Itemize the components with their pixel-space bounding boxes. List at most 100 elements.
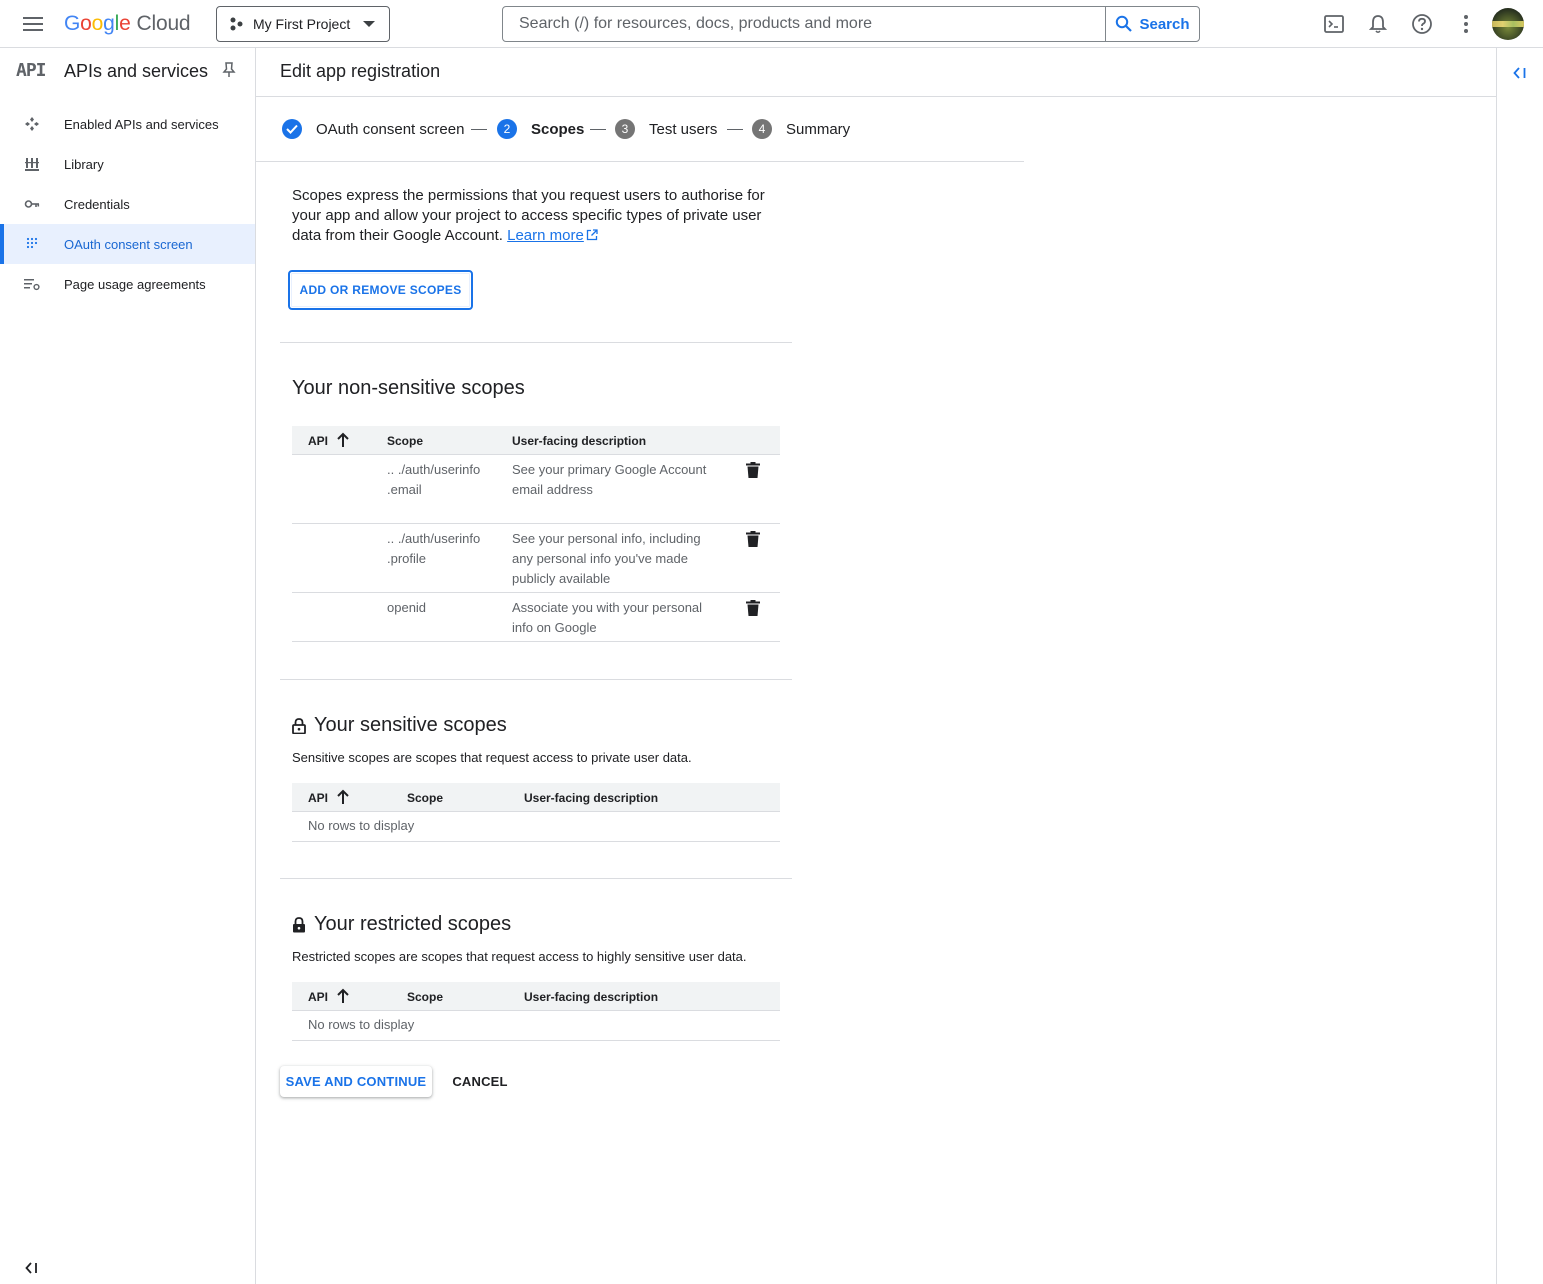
logo-letter: o [80, 12, 92, 35]
section-title-text: Your sensitive scopes [314, 714, 507, 736]
section-title-text: Your non-sensitive scopes [292, 377, 525, 399]
delete-icon[interactable] [746, 600, 760, 616]
empty-table-message: No rows to display [292, 812, 780, 842]
sensitive-scopes-title: Your sensitive scopes [292, 714, 507, 737]
table-row: .. ./auth/userinfo .profile See your per… [292, 524, 780, 593]
column-header-description[interactable]: User-facing description [524, 791, 658, 805]
top-bar: Go o g l e Cloud My First Project Search [0, 0, 1543, 48]
restricted-scopes-description: Restricted scopes are scopes that reques… [292, 949, 747, 964]
sidebar-item-label: Page usage agreements [64, 276, 206, 292]
scopes-intro: Scopes express the permissions that you … [292, 186, 782, 246]
sidebar-item-enabled-apis[interactable]: Enabled APIs and services [0, 104, 255, 144]
lock-open-icon [292, 717, 306, 734]
save-and-continue-button[interactable]: SAVE AND CONTINUE [280, 1066, 432, 1097]
column-header-scope[interactable]: Scope [407, 791, 443, 805]
divider [280, 878, 792, 879]
scope-cell: openid [387, 600, 427, 615]
sidebar-item-page-usage[interactable]: Page usage agreements [0, 264, 255, 304]
bell-icon[interactable] [1366, 12, 1390, 36]
sidebar-item-label: Credentials [64, 196, 130, 212]
sidebar-item-oauth-consent[interactable]: OAuth consent screen [0, 224, 255, 264]
settings-list-icon [24, 279, 40, 291]
description-cell: See your personal info, including any pe… [512, 531, 701, 586]
sensitive-scopes-table: API Scope User-facing description No row… [292, 783, 780, 842]
enabled-apis-icon [25, 117, 39, 131]
stepper: OAuth consent screen 2 Scopes 3 Test use… [256, 97, 1024, 162]
sidebar: API APIs and services Enabled APIs and s… [0, 48, 256, 1284]
menu-icon[interactable] [20, 12, 46, 36]
project-name: My First Project [253, 16, 351, 32]
cancel-button[interactable]: CANCEL [444, 1066, 516, 1097]
search-bar: Search [502, 6, 1200, 42]
step-test-users[interactable]: 3 Test users [615, 119, 717, 139]
step-divider [590, 129, 606, 130]
description-cell: See your primary Google Account email ad… [512, 462, 707, 497]
step-scopes[interactable]: 2 Scopes [497, 119, 584, 139]
search-icon [1116, 15, 1133, 32]
column-header-api[interactable]: API [308, 791, 328, 805]
step-label: Test users [649, 120, 718, 138]
logo-cloud-text: Cloud [136, 12, 191, 35]
column-header-api[interactable]: API [308, 434, 328, 448]
check-circle-icon [282, 119, 302, 139]
step-number: 4 [752, 119, 772, 139]
logo-letter: o [91, 12, 104, 35]
avatar[interactable] [1492, 8, 1524, 40]
sidebar-title: APIs and services [64, 61, 209, 81]
chevron-down-icon [363, 21, 375, 27]
main-content: Edit app registration OAuth consent scre… [256, 48, 1496, 1284]
api-badge-icon: API [16, 60, 46, 81]
section-title-text: Your restricted scopes [314, 913, 512, 935]
sidebar-item-label: Enabled APIs and services [64, 116, 219, 132]
sidebar-item-library[interactable]: Library [0, 144, 255, 184]
step-label: Scopes [531, 120, 585, 138]
sort-arrow-up-icon[interactable] [337, 789, 349, 805]
sidebar-item-label: Library [64, 156, 104, 172]
add-or-remove-scopes-button[interactable]: ADD OR REMOVE SCOPES [288, 270, 473, 310]
table-header: API Scope User-facing description [292, 783, 780, 812]
page-header: Edit app registration [256, 48, 1496, 97]
step-summary[interactable]: 4 Summary [752, 119, 850, 139]
step-label: Summary [786, 120, 851, 138]
learn-more-link[interactable]: Learn more [507, 227, 598, 244]
sort-arrow-up-icon[interactable] [337, 432, 349, 448]
column-header-description[interactable]: User-facing description [524, 990, 658, 1004]
logo-letter: g [103, 12, 115, 35]
search-input[interactable] [503, 7, 1105, 41]
expand-panel-icon[interactable] [1509, 62, 1531, 84]
sensitive-scopes-description: Sensitive scopes are scopes that request… [292, 750, 692, 765]
sidebar-item-label: OAuth consent screen [64, 236, 193, 252]
external-link-icon [586, 229, 598, 241]
step-label: OAuth consent screen [316, 120, 465, 138]
column-header-api[interactable]: API [308, 990, 328, 1004]
non-sensitive-scopes-title: Your non-sensitive scopes [292, 377, 525, 400]
sort-arrow-up-icon[interactable] [337, 988, 349, 1004]
scope-cell: .. ./auth/userinfo .profile [387, 531, 481, 566]
key-icon [24, 200, 40, 208]
project-picker[interactable]: My First Project [216, 6, 390, 42]
step-oauth-consent[interactable]: OAuth consent screen [282, 119, 464, 139]
divider [280, 679, 792, 680]
project-hierarchy-icon [230, 17, 243, 31]
step-divider [471, 129, 487, 130]
logo-letter: e [119, 12, 131, 35]
delete-icon[interactable] [746, 531, 760, 547]
google-cloud-logo[interactable]: Go o g l e Cloud [64, 10, 191, 38]
empty-table-message: No rows to display [292, 1011, 780, 1041]
page-title: Edit app registration [280, 61, 441, 81]
step-number: 3 [615, 119, 635, 139]
help-icon[interactable] [1410, 12, 1434, 36]
sidebar-item-credentials[interactable]: Credentials [0, 184, 255, 224]
search-button[interactable]: Search [1105, 7, 1199, 41]
step-number: 2 [497, 119, 517, 139]
restricted-scopes-table: API Scope User-facing description No row… [292, 982, 780, 1041]
delete-icon[interactable] [746, 462, 760, 478]
more-vert-icon[interactable] [1456, 12, 1476, 36]
pin-icon[interactable] [222, 62, 236, 78]
collapse-sidebar-icon[interactable] [22, 1258, 42, 1278]
table-row: openid Associate you with your personal … [292, 593, 780, 642]
column-header-description[interactable]: User-facing description [512, 434, 646, 448]
terminal-icon[interactable] [1322, 12, 1346, 36]
column-header-scope[interactable]: Scope [407, 990, 443, 1004]
column-header-scope[interactable]: Scope [387, 434, 423, 448]
